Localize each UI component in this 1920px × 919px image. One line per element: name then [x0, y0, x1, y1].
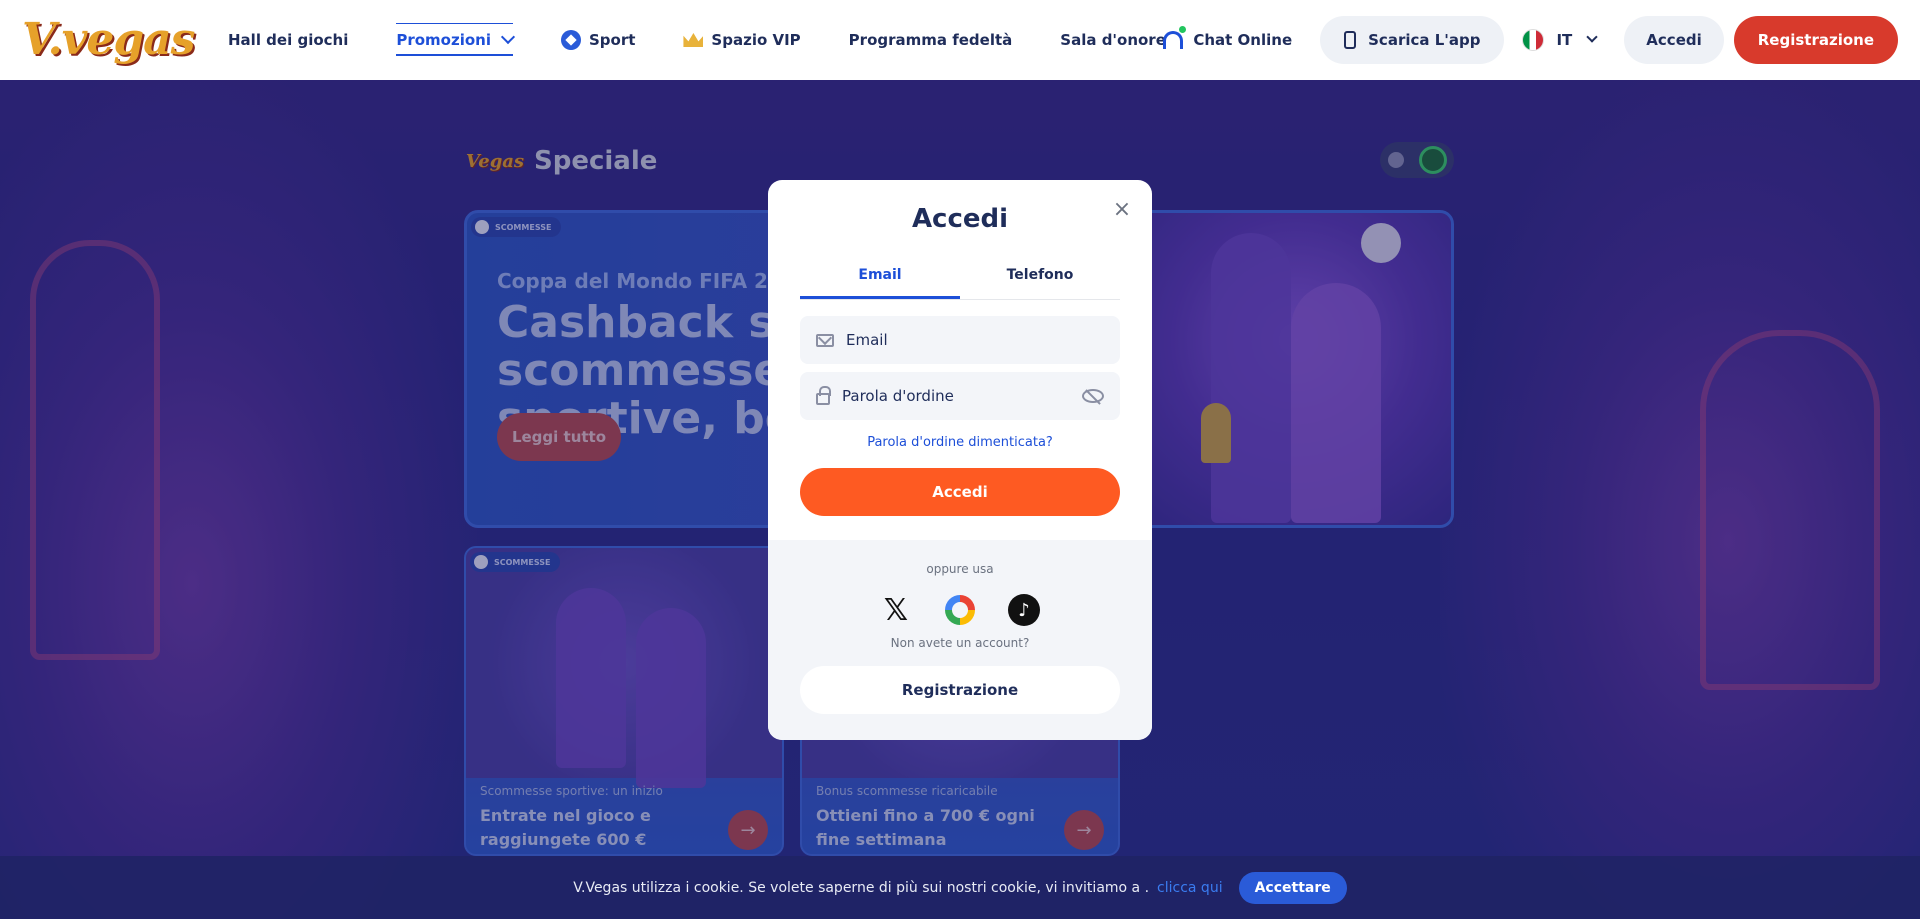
download-app-button[interactable]: Scarica L'app: [1320, 16, 1505, 64]
password-field[interactable]: [842, 387, 1070, 405]
eye-off-icon[interactable]: [1082, 389, 1104, 403]
nav-item-sport[interactable]: Sport: [561, 0, 635, 80]
login-submit-button[interactable]: Accedi: [800, 468, 1120, 516]
nav-label: Promozioni: [396, 31, 491, 49]
close-icon[interactable]: ×: [1112, 199, 1132, 221]
lock-icon: [816, 386, 831, 405]
x-login-button[interactable]: 𝕏: [880, 592, 912, 628]
tab-email[interactable]: Email: [800, 260, 960, 299]
nav-item-hall-of-fame[interactable]: Sala d'onore: [1060, 0, 1166, 80]
app-label: Scarica L'app: [1368, 31, 1481, 49]
nav-item-vip[interactable]: Spazio VIP: [683, 0, 801, 80]
site-logo[interactable]: V.vegas: [22, 12, 195, 68]
site-header: V.vegas Hall dei giochi Promozioni Sport…: [0, 0, 1920, 80]
tiktok-login-button[interactable]: ♪: [1008, 594, 1040, 626]
tab-phone[interactable]: Telefono: [960, 260, 1120, 299]
or-use-label: oppure usa: [926, 562, 994, 576]
italy-flag-icon: [1522, 29, 1545, 51]
header-actions: Chat Online Scarica L'app IT Accedi Regi…: [1163, 16, 1898, 64]
login-tabs: Email Telefono: [800, 260, 1120, 300]
mail-icon: [816, 333, 834, 347]
accept-cookies-button[interactable]: Accettare: [1238, 871, 1347, 904]
crown-icon: [683, 33, 704, 47]
no-account-label: Non avete un account?: [890, 636, 1030, 650]
cookie-link[interactable]: clicca qui: [1157, 880, 1223, 896]
phone-icon: [1344, 31, 1357, 49]
email-field[interactable]: [846, 331, 1104, 349]
email-field-wrapper: [800, 316, 1120, 364]
nav-label: Spazio VIP: [711, 31, 801, 49]
password-field-wrapper: [800, 372, 1120, 420]
google-login-button[interactable]: [944, 594, 976, 626]
chat-online-button[interactable]: Chat Online: [1163, 26, 1293, 49]
tiktok-icon: ♪: [1008, 594, 1040, 626]
modal-social-section: oppure usa 𝕏 ♪ Non avete un account? Reg…: [768, 540, 1152, 740]
header-login-button[interactable]: Accedi: [1624, 16, 1724, 64]
nav-item-games-hall[interactable]: Hall dei giochi: [228, 0, 348, 80]
login-modal: Accedi × Email Telefono Parola d'ordine …: [768, 180, 1152, 740]
language-label: IT: [1556, 31, 1573, 49]
headset-icon: [1163, 26, 1187, 49]
nav-label: Sport: [589, 31, 636, 49]
social-login-buttons: 𝕏 ♪: [768, 592, 1152, 628]
main-nav: Hall dei giochi Promozioni Sport Spazio …: [228, 0, 1214, 80]
x-icon: 𝕏: [883, 592, 909, 628]
chevron-down-icon: [1586, 31, 1598, 43]
nav-label: Programma fedeltà: [848, 31, 1013, 49]
forgot-password-link[interactable]: Parola d'ordine dimenticata?: [768, 435, 1152, 450]
cookie-banner: V.Vegas utilizza i cookie. Se volete sap…: [0, 856, 1920, 919]
modal-register-button[interactable]: Registrazione: [800, 666, 1120, 714]
nav-item-loyalty[interactable]: Programma fedeltà: [849, 0, 1013, 80]
soccer-ball-icon: [561, 30, 581, 50]
google-icon: [945, 595, 975, 625]
chevron-down-icon: [500, 29, 516, 45]
cookie-text: V.Vegas utilizza i cookie. Se volete sap…: [573, 879, 1150, 896]
nav-label: Sala d'onore: [1060, 31, 1166, 49]
nav-label: Hall dei giochi: [228, 31, 349, 49]
chat-label: Chat Online: [1193, 31, 1293, 49]
header-register-button[interactable]: Registrazione: [1733, 16, 1898, 64]
nav-item-promotions[interactable]: Promozioni: [396, 0, 516, 80]
modal-title: Accedi: [911, 204, 1009, 234]
language-selector[interactable]: IT: [1522, 29, 1598, 51]
